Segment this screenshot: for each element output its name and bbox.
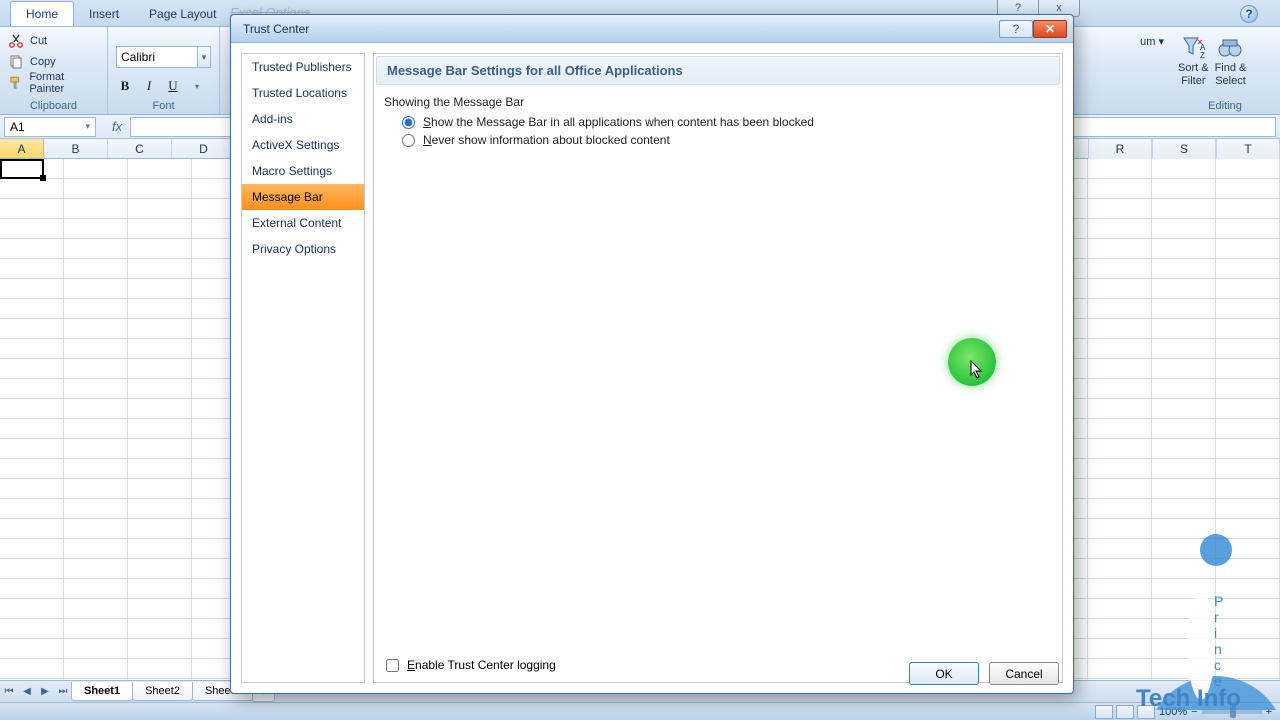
group-font: ▾ B I U ▾ Font (108, 27, 220, 114)
view-page-break-button[interactable] (1137, 705, 1155, 719)
highlight-marker (948, 338, 996, 386)
tab-nav-next[interactable]: ▶ (36, 684, 54, 700)
cursor-icon (970, 360, 984, 380)
svg-text:Z: Z (1200, 51, 1205, 60)
radio-show-message-bar[interactable]: Show the Message Bar in all applications… (402, 115, 1052, 129)
view-page-layout-button[interactable] (1116, 705, 1134, 719)
status-bar: 100% − + (0, 702, 1280, 720)
font-name-dropdown[interactable]: ▾ (198, 46, 211, 68)
paintbrush-icon (8, 75, 23, 91)
copy-icon (8, 54, 24, 70)
column-header[interactable]: S (1152, 139, 1216, 159)
checkbox-logging-input[interactable] (386, 659, 399, 672)
cut-button[interactable]: Cut (8, 31, 99, 51)
copy-button[interactable]: Copy (8, 52, 99, 72)
scissors-icon (8, 33, 24, 49)
cut-label: Cut (30, 35, 47, 47)
category-item[interactable]: Macro Settings (242, 158, 364, 184)
format-painter-label: Format Painter (29, 71, 99, 95)
autosum-label[interactable]: um ▾ (1140, 35, 1164, 48)
format-painter-button[interactable]: Format Painter (8, 73, 99, 93)
selected-cell[interactable] (0, 159, 44, 179)
find-select-button[interactable]: Find & Select (1215, 34, 1247, 88)
view-normal-button[interactable] (1095, 705, 1113, 719)
section-subhead: Showing the Message Bar (384, 95, 1052, 109)
zoom-label: 100% (1159, 706, 1187, 718)
group-clipboard-label: Clipboard (0, 100, 107, 112)
radio-never-show[interactable]: Never show information about blocked con… (402, 133, 1052, 147)
underline-dropdown[interactable]: ▾ (188, 77, 206, 95)
fx-icon[interactable]: fx (112, 119, 122, 134)
find-select-label: Find & Select (1215, 62, 1247, 88)
dialog-close-button[interactable]: ✕ (1033, 20, 1067, 38)
zoom-in-button[interactable]: + (1266, 706, 1272, 718)
category-item[interactable]: Message Bar (242, 184, 364, 210)
column-header[interactable]: A (0, 139, 44, 158)
name-box-dropdown-icon[interactable]: ▾ (85, 121, 90, 132)
section-header: Message Bar Settings for all Office Appl… (376, 56, 1060, 85)
funnel-sort-icon: AZ (1178, 34, 1208, 62)
group-editing-label: Editing (1170, 100, 1280, 112)
font-name-input[interactable] (116, 46, 198, 68)
column-header[interactable]: C (108, 139, 172, 158)
name-box-value: A1 (10, 120, 25, 134)
copy-label: Copy (30, 56, 56, 68)
zoom-slider[interactable] (1202, 710, 1262, 714)
radio-show-label: Show the Message Bar in all applications… (423, 115, 814, 129)
category-item[interactable]: Privacy Options (242, 236, 364, 262)
category-item[interactable]: Add-ins (242, 106, 364, 132)
sort-filter-button[interactable]: AZ Sort & Filter (1178, 34, 1209, 88)
radio-never-input[interactable] (402, 134, 415, 147)
group-font-label: Font (108, 100, 219, 112)
binoculars-icon (1215, 34, 1245, 62)
column-headers-right: RST (1088, 139, 1280, 159)
radio-never-label: Never show information about blocked con… (423, 133, 670, 147)
tab-nav-prev[interactable]: ◀ (18, 684, 36, 700)
sheet-tab-1[interactable]: Sheet1 (71, 682, 133, 701)
zoom-out-button[interactable]: − (1191, 706, 1197, 718)
fill-handle[interactable] (40, 175, 46, 181)
radio-show-input[interactable] (402, 116, 415, 129)
column-header[interactable]: R (1088, 139, 1152, 159)
column-header[interactable]: T (1216, 139, 1280, 159)
column-header[interactable]: B (44, 139, 108, 158)
trust-center-dialog: Trust Center ? ✕ Trusted PublishersTrust… (230, 14, 1074, 694)
dialog-titlebar[interactable]: Trust Center ? ✕ (231, 15, 1073, 43)
ribbon-help-icon[interactable]: ? (1240, 5, 1258, 23)
sheet-tab-2[interactable]: Sheet2 (132, 682, 193, 701)
category-item[interactable]: Trusted Locations (242, 80, 364, 106)
group-clipboard: Cut Copy Format Painter Clipboard (0, 27, 108, 114)
category-item[interactable]: Trusted Publishers (242, 54, 364, 80)
group-editing: AZ Sort & Filter Find & Select Editing (1170, 27, 1280, 114)
tab-nav-first[interactable]: ⏮ (0, 684, 18, 700)
dialog-title: Trust Center (243, 22, 309, 36)
underline-button[interactable]: U (164, 77, 182, 95)
bold-button[interactable]: B (116, 77, 134, 95)
tab-home[interactable]: Home (10, 1, 74, 26)
italic-button[interactable]: I (140, 77, 158, 95)
dialog-help-button[interactable]: ? (999, 20, 1033, 38)
category-item[interactable]: ActiveX Settings (242, 132, 364, 158)
dialog-category-list: Trusted PublishersTrusted LocationsAdd-i… (241, 53, 365, 683)
category-item[interactable]: External Content (242, 210, 364, 236)
checkbox-logging-label: Enable Trust Center logging (407, 658, 556, 672)
tab-page-layout[interactable]: Page Layout (134, 2, 231, 26)
ok-button[interactable]: OK (909, 662, 979, 685)
column-header[interactable]: D (172, 139, 236, 158)
tab-insert[interactable]: Insert (74, 2, 134, 26)
sort-filter-label: Sort & Filter (1178, 62, 1209, 88)
tab-nav-last[interactable]: ⏭ (54, 684, 72, 700)
cancel-button[interactable]: Cancel (989, 662, 1059, 685)
name-box[interactable]: A1 ▾ (4, 117, 96, 137)
